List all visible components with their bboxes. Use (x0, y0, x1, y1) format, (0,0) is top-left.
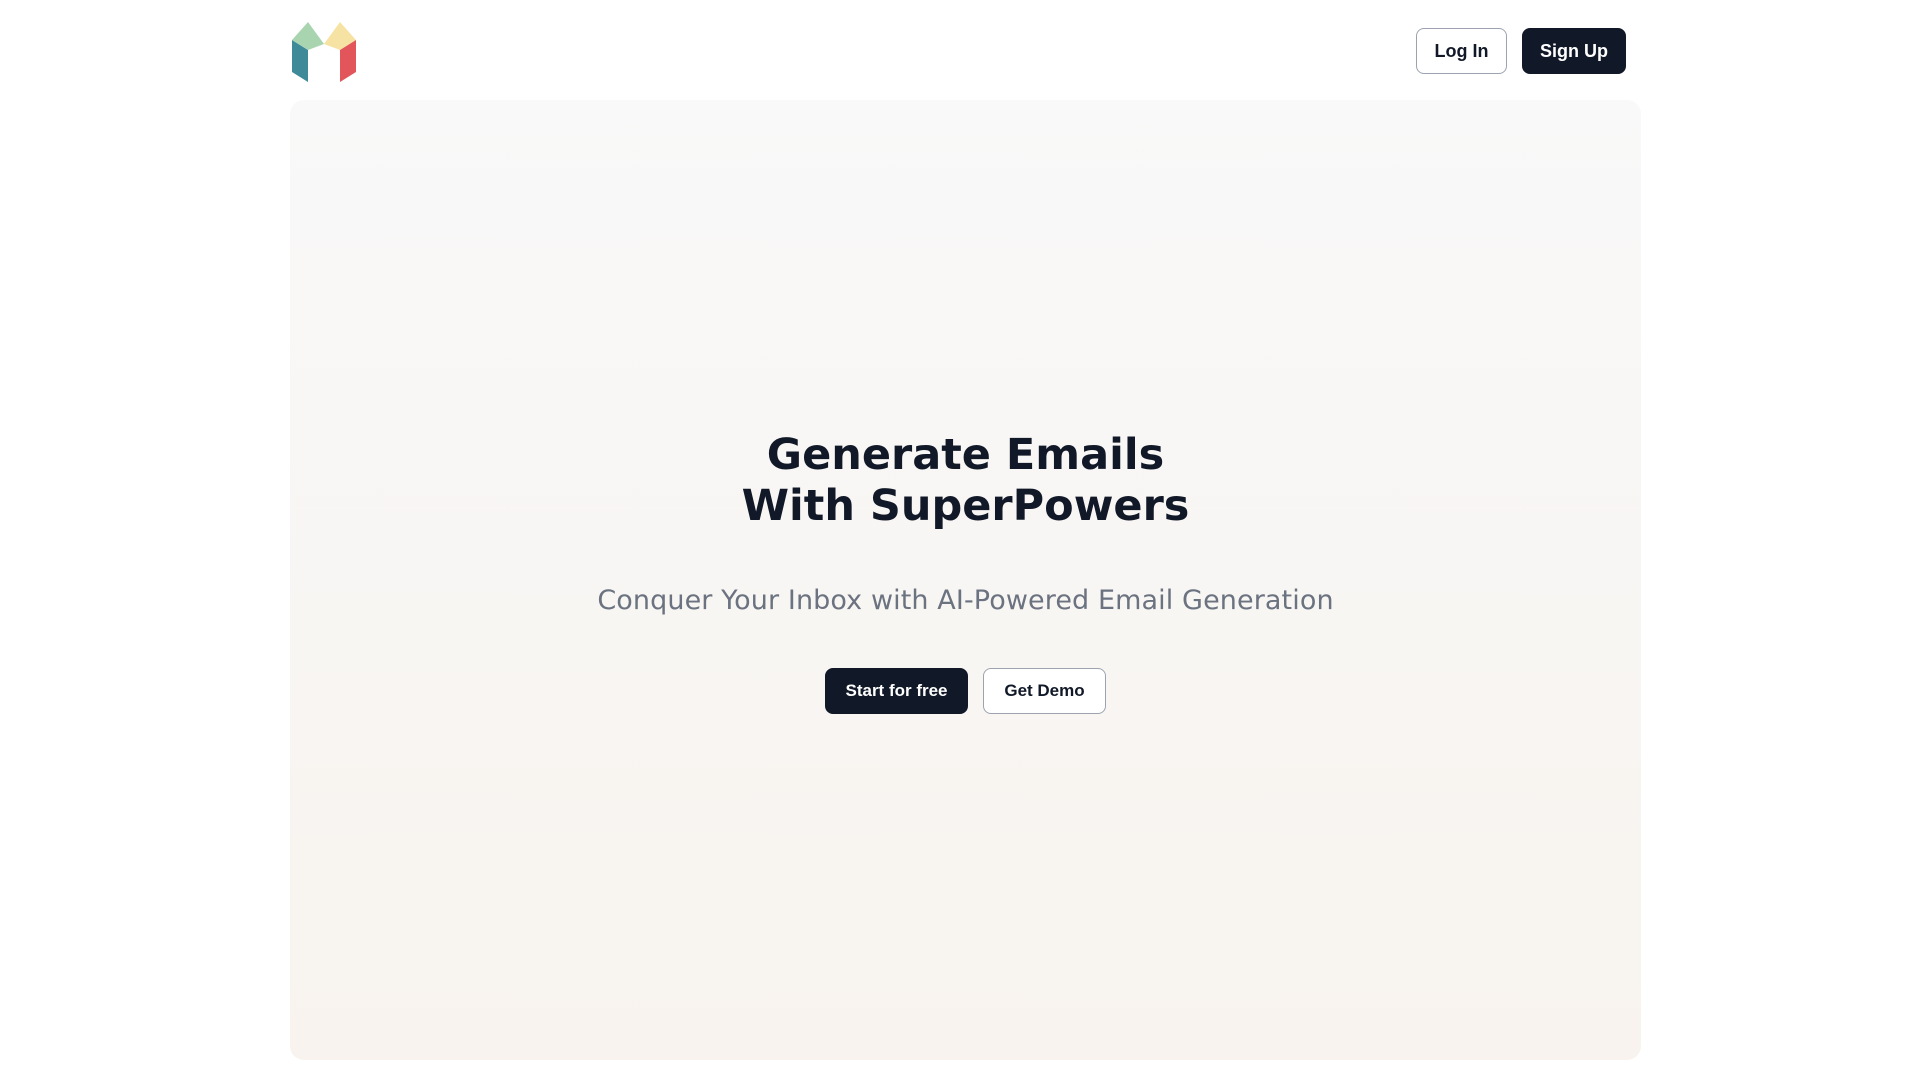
signup-button[interactable]: Sign Up (1522, 28, 1626, 74)
top-nav: Log In Sign Up (290, 18, 1630, 84)
landing-page: Log In Sign Up Generate Emails With Supe… (0, 0, 1920, 1080)
hero-cta-group: Start for free Get Demo (825, 668, 1106, 714)
auth-actions: Log In Sign Up (1416, 28, 1626, 74)
hero-section: Generate Emails With SuperPowers Conquer… (290, 100, 1641, 1060)
login-button[interactable]: Log In (1416, 28, 1507, 74)
get-demo-button[interactable]: Get Demo (983, 668, 1106, 714)
logo-link[interactable] (290, 18, 358, 84)
hero-title: Generate Emails With SuperPowers (741, 430, 1190, 531)
hero-content: Generate Emails With SuperPowers Conquer… (290, 430, 1641, 714)
hero-subtitle: Conquer Your Inbox with AI-Powered Email… (597, 585, 1334, 616)
brand-logo-icon (292, 22, 356, 82)
start-for-free-button[interactable]: Start for free (825, 668, 968, 714)
